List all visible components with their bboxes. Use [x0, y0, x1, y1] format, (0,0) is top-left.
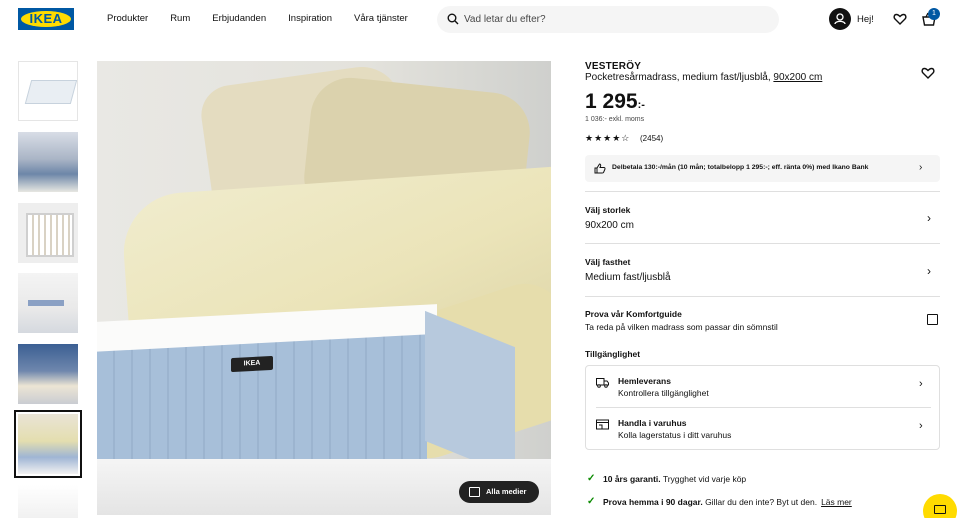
main-nav: Produkter Rum Erbjudanden Inspiration Vå… [107, 13, 430, 24]
price-suffix: :- [637, 99, 645, 111]
availability-box: Hemleverans Kontrollera tillgänglighet ›… [585, 365, 940, 450]
size-option-value[interactable]: 90x200 cm [585, 220, 634, 231]
chat-icon [934, 505, 946, 514]
all-media-label: Alla medier [486, 487, 527, 496]
all-media-button[interactable]: Alla medier [459, 481, 539, 503]
warranty-text: Trygghet vid varje köp [660, 474, 747, 484]
price: 1 295:- [585, 90, 645, 117]
product-description-text: Pocketresårmadrass, medium fast/ljusblå, [585, 72, 774, 83]
search-bar[interactable] [437, 6, 779, 33]
chevron-right-icon: › [919, 378, 923, 390]
top-header: IKEA Produkter Rum Erbjudanden Inspirati… [0, 0, 960, 40]
user-greeting[interactable]: Hej! [857, 14, 874, 25]
media-gallery-icon [469, 487, 480, 497]
thumbnail-mattress[interactable] [18, 61, 78, 121]
nav-item-inspiration[interactable]: Inspiration [288, 13, 332, 24]
divider [585, 296, 940, 297]
size-option-label: Välj storlek [585, 205, 631, 215]
price-main: 1 295 [585, 90, 638, 113]
nav-item-rum[interactable]: Rum [170, 13, 190, 24]
trial-benefit: Prova hemma i 90 dagar. Gillar du den in… [603, 497, 852, 507]
chevron-right-icon[interactable]: › [927, 211, 931, 225]
home-delivery-title: Hemleverans [618, 376, 671, 386]
divider [585, 191, 940, 192]
favorites-heart-icon[interactable] [893, 12, 907, 26]
finance-banner[interactable]: Delbetala 130:-/mån (10 mån; totalbelopp… [585, 155, 940, 182]
mattress-brand-label: IKEA [231, 355, 273, 373]
product-description: Pocketresårmadrass, medium fast/ljusblå,… [585, 72, 822, 83]
search-input[interactable] [464, 6, 764, 33]
truck-icon [596, 378, 609, 388]
firmness-option-label: Välj fasthet [585, 257, 631, 267]
rating-stars[interactable]: ★★★★☆ [585, 133, 630, 144]
chevron-right-icon: › [919, 162, 923, 173]
store-icon [596, 419, 609, 430]
thumbnail-selected-yellow-bedding[interactable] [14, 410, 82, 478]
add-to-favorites-heart-icon[interactable] [921, 66, 935, 80]
nav-item-erbjudanden[interactable]: Erbjudanden [212, 13, 266, 24]
firmness-option-value[interactable]: Medium fast/ljusblå [585, 272, 671, 283]
size-link[interactable]: 90x200 cm [773, 72, 822, 83]
read-more-link[interactable]: Läs mer [821, 497, 852, 507]
cart-count-badge: 1 [928, 8, 940, 20]
chevron-right-icon[interactable]: › [927, 264, 931, 278]
logo-text: IKEA [29, 11, 63, 26]
price-ex-vat: 1 036:- exkl. moms [585, 116, 645, 123]
warranty-benefit: 10 års garanti. Trygghet vid varje köp [603, 474, 746, 484]
thumbnail-bedroom[interactable] [18, 132, 78, 192]
user-avatar-button[interactable] [829, 8, 851, 30]
divider [585, 243, 940, 244]
thumbnail-spring-cutaway[interactable] [18, 203, 78, 263]
home-delivery-row[interactable]: Hemleverans Kontrollera tillgänglighet › [586, 366, 939, 408]
nav-item-produkter[interactable]: Produkter [107, 13, 148, 24]
search-icon [447, 13, 459, 25]
thumbs-up-icon [594, 163, 606, 174]
comfort-guide-subtitle: Ta reda på vilken madrass som passar din… [585, 322, 778, 332]
review-count[interactable]: (2454) [640, 134, 663, 143]
product-name: VESTERÖY [585, 61, 642, 72]
thumbnail-room[interactable] [18, 344, 78, 404]
comfort-guide-title[interactable]: Prova vår Komfortguide [585, 309, 682, 319]
nav-item-tjanster[interactable]: Våra tjänster [354, 13, 408, 24]
home-delivery-subtitle: Kontrollera tillgänglighet [618, 388, 709, 398]
store-title: Handla i varuhus [618, 418, 687, 428]
ikea-logo[interactable]: IKEA [18, 8, 74, 30]
main-product-image[interactable]: IKEA [97, 61, 551, 515]
warranty-bold: 10 års garanti. [603, 474, 661, 484]
availability-heading: Tillgänglighet [585, 349, 641, 359]
thumbnail-floor[interactable] [18, 273, 78, 333]
checkmark-icon: ✓ [587, 473, 596, 484]
store-subtitle: Kolla lagerstatus i ditt varuhus [618, 430, 732, 440]
trial-text: Gillar du den inte? Byt ut den. [702, 497, 818, 507]
chevron-right-icon: › [919, 420, 923, 432]
thumbnail-white[interactable] [18, 485, 78, 518]
trial-bold: Prova hemma i 90 dagar. [603, 497, 703, 507]
user-icon [834, 13, 846, 25]
chat-button[interactable] [923, 494, 957, 518]
checkmark-icon: ✓ [587, 496, 596, 507]
finance-text: Delbetala 130:-/mån (10 mån; totalbelopp… [612, 164, 869, 171]
store-row[interactable]: Handla i varuhus Kolla lagerstatus i dit… [586, 408, 939, 449]
external-link-icon[interactable] [927, 314, 938, 325]
